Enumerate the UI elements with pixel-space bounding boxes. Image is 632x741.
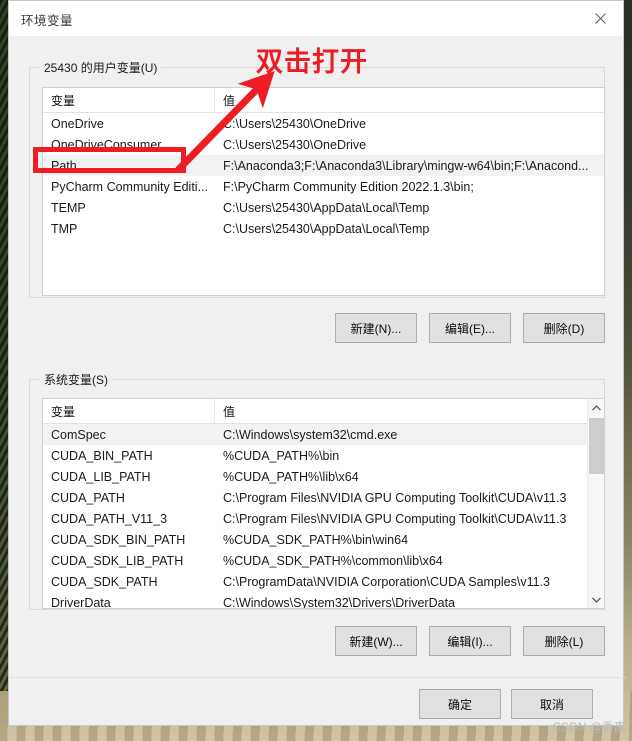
user-variables-legend: 25430 的用户变量(U) [40,59,162,76]
table-row[interactable]: CUDA_PATH C:\Program Files\NVIDIA GPU Com… [43,487,604,508]
variable-name-cell: CUDA_BIN_PATH [51,448,153,463]
variable-name-cell: OneDrive [51,116,104,131]
table-row[interactable]: PyCharm Community Editi... F:\PyCharm Com… [43,176,604,197]
system-variables-legend: 系统变量(S) [40,371,112,388]
variable-name-cell: CUDA_SDK_PATH [51,574,158,589]
table-row[interactable]: CUDA_PATH_V11_3 C:\Program Files\NVIDIA G… [43,508,604,529]
table-row[interactable]: OneDrive C:\Users\25430\OneDrive [43,113,604,134]
variable-name-cell: Path [51,158,77,173]
user-column-header-name[interactable]: 变量 [43,88,215,113]
table-row[interactable]: CUDA_SDK_LIB_PATH %CUDA_SDK_PATH%\common\… [43,550,604,571]
variable-name-cell: CUDA_PATH_V11_3 [51,511,168,526]
system-column-header-name[interactable]: 变量 [43,399,215,424]
variable-name-cell: TMP [51,221,78,236]
variable-name-cell: CUDA_SDK_BIN_PATH [51,532,186,547]
user-new-button[interactable]: 新建(N)... [335,313,417,343]
system-column-header-value[interactable]: 值 [215,399,604,424]
variable-value-cell: C:\Users\25430\OneDrive [223,137,367,152]
cancel-button[interactable]: 取消 [511,689,593,719]
variable-name-cell: TEMP [51,200,86,215]
table-row[interactable]: DriverData C:\Windows\System32\Drivers\Dr… [43,592,604,609]
table-row[interactable]: CUDA_SDK_BIN_PATH %CUDA_SDK_PATH%\bin\win… [43,529,604,550]
system-list-header: 变量 值 [43,399,604,424]
variable-value-cell: C:\Windows\System32\Drivers\DriverData [223,595,455,609]
variable-value-cell: C:\Program Files\NVIDIA GPU Computing To… [223,511,567,526]
user-column-header-value[interactable]: 值 [215,88,604,113]
table-row[interactable]: OneDriveConsumer C:\Users\25430\OneDrive [43,134,604,155]
user-delete-button[interactable]: 删除(D) [523,313,605,343]
variable-name-cell: OneDriveConsumer [51,137,162,152]
variable-value-cell: C:\Program Files\NVIDIA GPU Computing To… [223,490,567,505]
chevron-down-icon[interactable] [588,591,604,608]
chevron-up-icon[interactable] [588,399,604,416]
variable-value-cell: C:\Users\25430\AppData\Local\Temp [223,221,430,236]
footer-divider [9,677,625,678]
variable-name-cell: CUDA_SDK_LIB_PATH [51,553,184,568]
table-row[interactable]: TEMP C:\Users\25430\AppData\Local\Temp [43,197,604,218]
system-new-button[interactable]: 新建(W)... [335,626,417,656]
table-row[interactable]: Path F:\Anaconda3;F:\Anaconda3\Library\mi… [43,155,604,176]
variable-name-cell: CUDA_LIB_PATH [51,469,151,484]
variable-value-cell: F:\Anaconda3;F:\Anaconda3\Library\mingw-… [223,158,589,173]
table-row[interactable]: ComSpec C:\Windows\system32\cmd.exe [43,424,604,445]
title-bar: 环境变量 [9,1,623,37]
user-list-header: 变量 值 [43,88,604,113]
variable-value-cell: F:\PyCharm Community Edition 2022.1.3\bi… [223,179,474,194]
csdn-watermark: CSDN @香离 [552,720,626,734]
table-row[interactable]: CUDA_BIN_PATH %CUDA_PATH%\bin [43,445,604,466]
user-list-body: OneDrive C:\Users\25430\OneDrive OneDriveC… [43,113,604,239]
system-variables-list[interactable]: 变量 值 ComSpec C:\Windows\system32\cmd.exe C… [42,398,605,609]
table-row[interactable]: CUDA_SDK_PATH C:\ProgramData\NVIDIA Corpo… [43,571,604,592]
variable-value-cell: %CUDA_SDK_PATH%\common\lib\x64 [223,553,443,568]
variable-name-cell: CUDA_PATH [51,490,125,505]
system-list-body: ComSpec C:\Windows\system32\cmd.exe CUDA_B… [43,424,604,609]
variable-value-cell: C:\Windows\system32\cmd.exe [223,427,398,442]
ok-button[interactable]: 确定 [419,689,501,719]
variable-value-cell: %CUDA_PATH%\lib\x64 [223,469,359,484]
variable-value-cell: C:\ProgramData\NVIDIA Corporation\CUDA S… [223,574,550,589]
annotation-callout-text: 双击打开 [256,47,368,77]
system-edit-button[interactable]: 编辑(I)... [429,626,511,656]
variable-value-cell: C:\Users\25430\OneDrive [223,116,367,131]
close-icon[interactable] [578,1,623,35]
system-list-scrollbar[interactable] [587,399,604,608]
variable-value-cell: %CUDA_SDK_PATH%\bin\win64 [223,532,409,547]
window-title: 环境变量 [21,14,74,28]
variable-name-cell: ComSpec [51,427,106,442]
table-row[interactable]: TMP C:\Users\25430\AppData\Local\Temp [43,218,604,239]
user-edit-button[interactable]: 编辑(E)... [429,313,511,343]
scrollbar-thumb[interactable] [589,418,604,474]
system-delete-button[interactable]: 删除(L) [523,626,605,656]
variable-name-cell: DriverData [51,595,111,609]
environment-variables-dialog: 环境变量 25430 的用户变量(U) 变量 值 OneDrive C:\User… [8,0,625,726]
variable-value-cell: C:\Users\25430\AppData\Local\Temp [223,200,430,215]
variable-name-cell: PyCharm Community Editi... [51,179,208,194]
user-variables-list[interactable]: 变量 值 OneDrive C:\Users\25430\OneDrive OneD… [42,87,605,296]
table-row[interactable]: CUDA_LIB_PATH %CUDA_PATH%\lib\x64 [43,466,604,487]
variable-value-cell: %CUDA_PATH%\bin [223,448,340,463]
